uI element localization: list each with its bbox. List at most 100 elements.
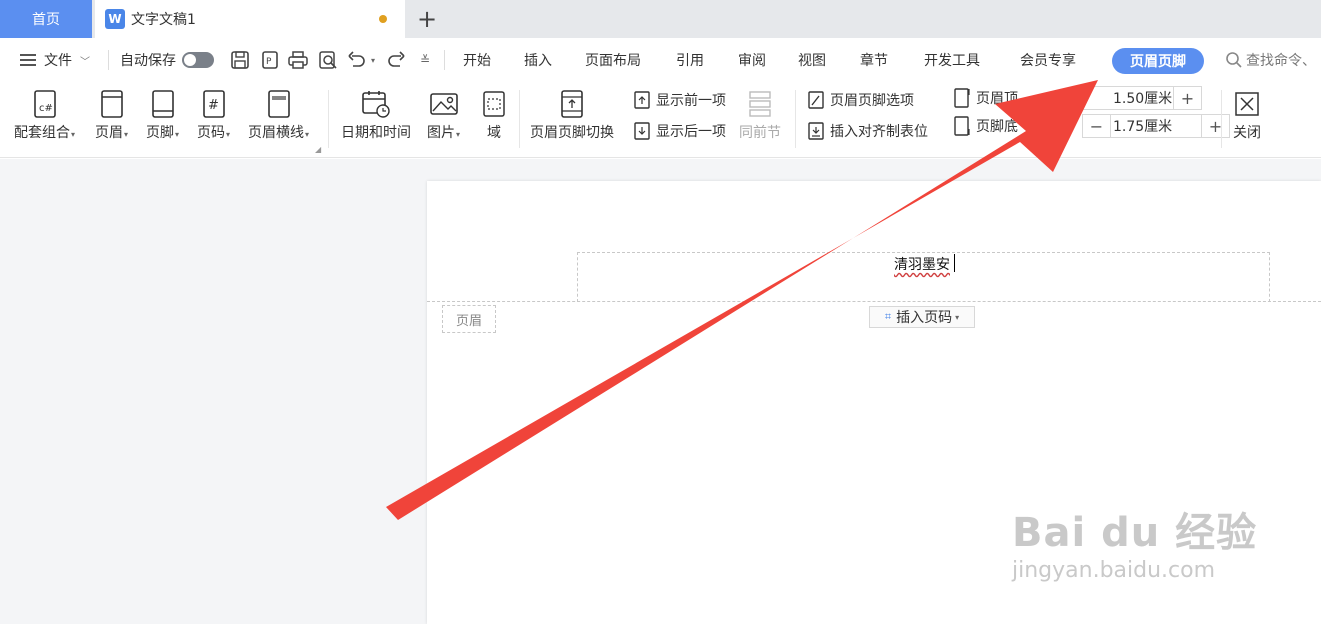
autosave-label: 自动保存	[120, 53, 176, 69]
header-top-value[interactable]: 1.50厘米	[1083, 88, 1173, 108]
picture-label: 图片	[427, 125, 455, 141]
insert-align-tab-button[interactable]: 插入对齐制表位	[806, 121, 928, 141]
combo-icon: c#	[30, 88, 60, 120]
close-icon	[1232, 88, 1262, 120]
new-tab-button[interactable]: +	[414, 4, 440, 34]
ribbon: c# 配套组合▾ 页眉▾ 页脚▾ # 页码▾ 页眉横线▾ ◢ 日期和时间 图片▾…	[0, 82, 1321, 158]
switch-icon	[557, 88, 587, 120]
tab-bar: 首页 W 文字文稿1 +	[0, 0, 1321, 38]
header-top-distance: 页眉顶	[952, 88, 1018, 108]
show-next-button[interactable]: 显示后一项	[632, 121, 726, 141]
close-label: 关闭	[1233, 125, 1261, 141]
save-icon[interactable]	[229, 49, 251, 71]
footer-bottom-icon	[952, 116, 972, 136]
command-search[interactable]: 查找命令、	[1225, 38, 1316, 82]
footer-bottom-distance: 页脚底	[952, 116, 1018, 136]
picture-button[interactable]: 图片▾	[427, 82, 460, 144]
same-as-previous-icon	[745, 88, 775, 120]
divider	[1221, 90, 1222, 148]
header-top-spinner[interactable]: 1.50厘米 +	[1082, 86, 1202, 110]
print-icon[interactable]	[287, 49, 309, 71]
menu-chapter[interactable]: 章节	[860, 38, 888, 82]
document-workspace: 清羽墨安 页眉 ⌗ 插入页码 ▾	[0, 159, 1321, 624]
customize-toolbar-icon[interactable]: ≚	[416, 49, 434, 71]
page-number-label: 页码	[197, 125, 225, 141]
calendar-clock-icon	[361, 88, 391, 120]
menu-review[interactable]: 审阅	[738, 38, 766, 82]
footer-bottom-spinner[interactable]: − 1.75厘米 +	[1082, 114, 1230, 138]
header-label: 页眉	[95, 125, 123, 141]
chevron-down-icon: ﹀	[80, 56, 90, 68]
menu-references[interactable]: 引用	[676, 38, 704, 82]
footer-label: 页脚	[146, 125, 174, 141]
align-tab-icon	[806, 121, 826, 141]
file-menu[interactable]: 文件 ﹀	[20, 38, 90, 82]
header-footer-options-label: 页眉页脚选项	[830, 93, 914, 109]
file-menu-label: 文件	[44, 53, 72, 69]
header-boundary-line	[427, 301, 1321, 302]
print-preview-icon[interactable]	[317, 49, 339, 71]
undo-icon[interactable]	[346, 49, 368, 71]
text-cursor	[954, 254, 955, 272]
datetime-label: 日期和时间	[341, 125, 411, 141]
header-footer-options-button[interactable]: 页眉页脚选项	[806, 90, 914, 110]
divider	[108, 50, 109, 70]
undo-dropdown-icon[interactable]: ▾	[367, 49, 379, 71]
close-header-footer-button[interactable]: 关闭	[1232, 82, 1262, 142]
combo-label: 配套组合	[14, 125, 70, 141]
header-tag: 页眉	[442, 305, 496, 333]
header-line-icon	[264, 88, 294, 120]
divider	[328, 90, 329, 148]
menu-developer[interactable]: 开发工具	[924, 38, 980, 82]
same-as-previous-button[interactable]: 同前节	[739, 82, 781, 142]
header-icon	[97, 88, 127, 120]
tab-document-title: 文字文稿1	[131, 12, 196, 28]
svg-text:#: #	[208, 98, 219, 113]
command-search-placeholder: 查找命令、	[1246, 53, 1316, 69]
group-expand-icon[interactable]: ◢	[315, 145, 321, 154]
datetime-button[interactable]: 日期和时间	[341, 82, 411, 142]
footer-bottom-increase-button[interactable]: +	[1201, 115, 1229, 137]
insert-align-tab-label: 插入对齐制表位	[830, 124, 928, 140]
autosave-toggle[interactable]	[182, 52, 214, 68]
header-top-icon	[952, 88, 972, 108]
footer-bottom-decrease-button[interactable]: −	[1083, 115, 1111, 137]
show-previous-button[interactable]: 显示前一项	[632, 90, 726, 110]
insert-page-number-button[interactable]: ⌗ 插入页码 ▾	[869, 306, 975, 328]
autosave-control[interactable]: 自动保存	[120, 38, 214, 82]
svg-text:c#: c#	[39, 103, 53, 114]
svg-text:P: P	[266, 57, 272, 67]
menu-member[interactable]: 会员专享	[1020, 38, 1076, 82]
menu-insert[interactable]: 插入	[524, 38, 552, 82]
field-icon	[479, 88, 509, 120]
footer-bottom-value[interactable]: 1.75厘米	[1111, 116, 1201, 136]
menu-header-footer[interactable]: 页眉页脚	[1112, 48, 1204, 74]
divider	[444, 50, 445, 70]
export-pdf-icon[interactable]: P	[259, 49, 281, 71]
menu-start[interactable]: 开始	[463, 38, 491, 82]
switch-label: 页眉页脚切换	[530, 125, 614, 141]
tab-document[interactable]: W 文字文稿1	[95, 0, 405, 38]
menu-page-layout[interactable]: 页面布局	[585, 38, 641, 82]
redo-icon[interactable]	[385, 49, 407, 71]
footer-button[interactable]: 页脚▾	[146, 82, 179, 144]
page-number-icon: #	[199, 88, 229, 120]
header-top-increase-button[interactable]: +	[1173, 87, 1201, 109]
footer-bottom-label: 页脚底	[976, 119, 1018, 135]
insert-page-number-label: 插入页码	[896, 310, 953, 326]
tab-home[interactable]: 首页	[0, 0, 92, 38]
document-page[interactable]: 清羽墨安 页眉 ⌗ 插入页码 ▾	[427, 181, 1321, 624]
picture-icon	[429, 88, 459, 120]
header-footer-switch-button[interactable]: 页眉页脚切换	[530, 82, 614, 142]
same-as-previous-label: 同前节	[739, 125, 781, 141]
field-button[interactable]: 域	[479, 82, 509, 142]
page-number-button[interactable]: # 页码▾	[197, 82, 230, 144]
page-number-small-icon: ⌗	[884, 310, 892, 323]
header-text[interactable]: 清羽墨安	[894, 254, 950, 274]
options-icon	[806, 90, 826, 110]
header-button[interactable]: 页眉▾	[95, 82, 128, 144]
menu-view[interactable]: 视图	[798, 38, 826, 82]
wps-writer-icon: W	[105, 9, 125, 29]
header-line-button[interactable]: 页眉横线▾	[248, 82, 309, 144]
combo-button[interactable]: c# 配套组合▾	[14, 82, 75, 144]
